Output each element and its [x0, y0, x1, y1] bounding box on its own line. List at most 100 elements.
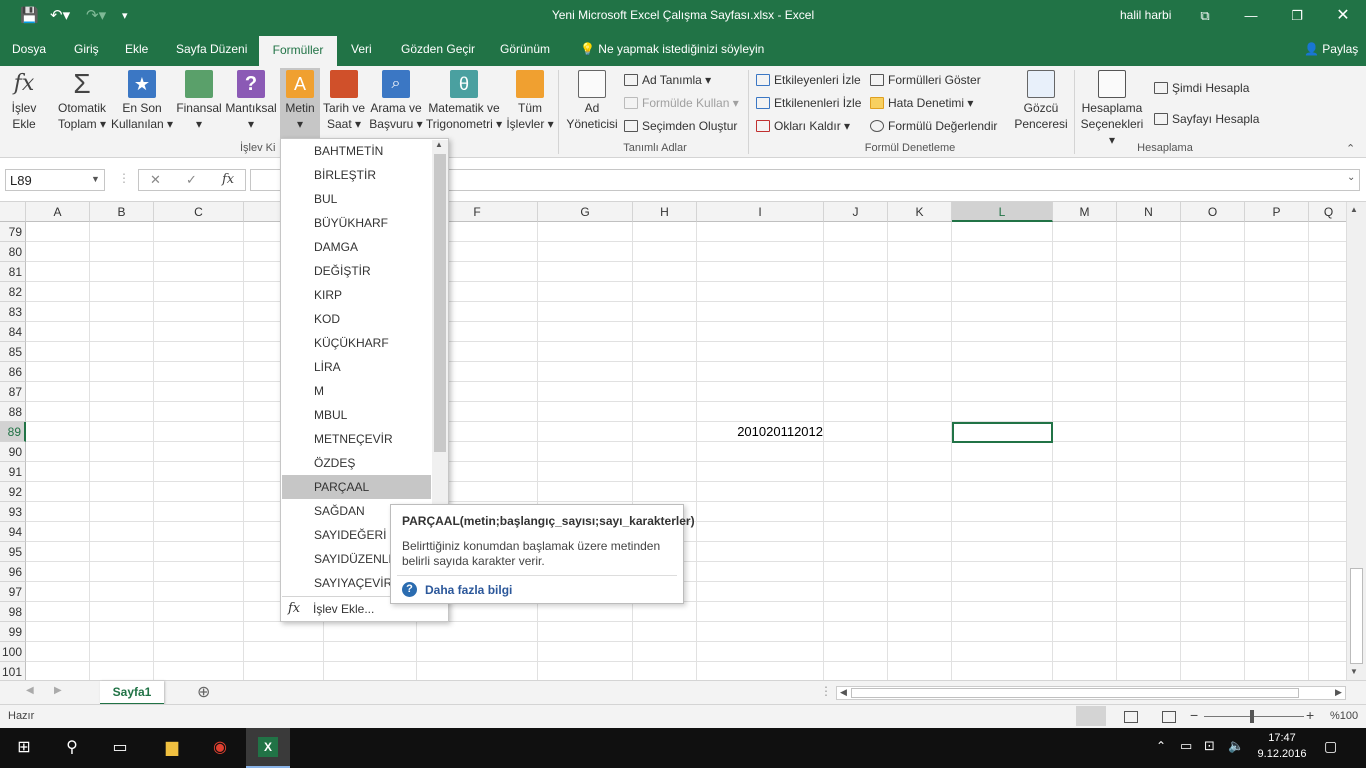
help-icon[interactable]: ? [402, 582, 417, 597]
row-header-82[interactable]: 82 [0, 282, 26, 302]
collapse-ribbon-icon[interactable]: ⌃ [1346, 142, 1355, 155]
column-header-A[interactable]: A [26, 202, 90, 222]
battery-icon[interactable]: ▭ [1180, 738, 1192, 754]
watch-window-button[interactable]: Gözcü Penceresi [1010, 70, 1072, 132]
scroll-left-icon[interactable]: ◀ [840, 687, 847, 698]
column-header-H[interactable]: H [633, 202, 697, 222]
tab-ekle[interactable]: Ekle [125, 32, 148, 66]
row-header-89[interactable]: 89 [0, 422, 26, 442]
column-header-N[interactable]: N [1117, 202, 1181, 222]
add-sheet-icon[interactable]: ⊕ [197, 682, 210, 702]
define-name-button[interactable]: Ad Tanımla ▾ [624, 72, 711, 88]
text-function-item[interactable]: LİRA [282, 355, 431, 379]
column-header-K[interactable]: K [888, 202, 952, 222]
next-sheet-icon[interactable]: ▶ [54, 685, 62, 696]
text-function-item[interactable]: BUL [282, 187, 431, 211]
page-layout-view-icon[interactable] [1124, 711, 1138, 723]
row-header-81[interactable]: 81 [0, 262, 26, 282]
row-header-98[interactable]: 98 [0, 602, 26, 622]
row-header-85[interactable]: 85 [0, 342, 26, 362]
page-break-view-icon[interactable] [1162, 711, 1176, 723]
normal-view-icon[interactable] [1076, 706, 1106, 726]
insert-function-button[interactable]: fx İşlev Ekle [4, 70, 44, 132]
file-explorer-icon[interactable]: ▆ [152, 736, 192, 760]
calculate-now-button[interactable]: Şimdi Hesapla [1154, 80, 1249, 96]
row-header-99[interactable]: 99 [0, 622, 26, 642]
date-time-button[interactable]: Tarih ve Saat ▾ [320, 70, 368, 132]
text-function-item[interactable]: DEĞİŞTİR [282, 259, 431, 283]
restore-icon[interactable]: ❐ [1282, 4, 1312, 28]
row-header-97[interactable]: 97 [0, 582, 26, 602]
recently-used-button[interactable]: ★ En Son Kullanılan ▾ [110, 70, 174, 132]
scroll-up-icon[interactable]: ▲ [1350, 205, 1358, 214]
tell-me-box[interactable]: 💡 Ne yapmak istediğinizi söyleyin [580, 32, 764, 66]
text-function-item[interactable]: BAHTMETİN [282, 139, 431, 163]
row-header-86[interactable]: 86 [0, 362, 26, 382]
row-header-93[interactable]: 93 [0, 502, 26, 522]
tab-veri[interactable]: Veri [351, 32, 372, 66]
vertical-scroll-thumb[interactable] [1350, 568, 1363, 664]
row-header-84[interactable]: 84 [0, 322, 26, 342]
text-function-item[interactable]: PARÇAAL [282, 475, 431, 499]
zoom-level[interactable]: %100 [1330, 710, 1358, 722]
user-name[interactable]: halil harbi [1120, 8, 1171, 22]
tab-giris[interactable]: Giriş [74, 32, 99, 66]
evaluate-formula-button[interactable]: Formülü Değerlendir [870, 118, 997, 134]
text-function-item[interactable]: BÜYÜKHARF [282, 211, 431, 235]
menu-scroll-thumb[interactable] [434, 154, 446, 452]
math-trig-button[interactable]: θ Matematik ve Trigonometri ▾ [424, 70, 504, 132]
row-header-83[interactable]: 83 [0, 302, 26, 322]
column-header-P[interactable]: P [1245, 202, 1309, 222]
remove-arrows-button[interactable]: Okları Kaldır ▾ [756, 118, 850, 134]
tab-gorunum[interactable]: Görünüm [500, 32, 550, 66]
autosum-button[interactable]: Σ Otomatik Toplam ▾ [54, 70, 110, 132]
scroll-right-icon[interactable]: ▶ [1335, 687, 1342, 698]
zoom-slider[interactable] [1204, 716, 1304, 717]
calculate-sheet-button[interactable]: Sayfayı Hesapla [1154, 111, 1259, 127]
create-from-selection-button[interactable]: Seçimden Oluştur [624, 118, 737, 134]
lookup-reference-button[interactable]: ⌕ Arama ve Başvuru ▾ [368, 70, 424, 132]
fx-icon[interactable]: fx [222, 172, 234, 187]
name-manager-button[interactable]: Ad Yöneticisi [562, 70, 622, 132]
vertical-scrollbar[interactable]: ▲ ▼ [1346, 202, 1366, 680]
sheet-tab-sayfa1[interactable]: Sayfa1 [100, 681, 164, 705]
tab-gozden-gecir[interactable]: Gözden Geçir [401, 32, 475, 66]
use-in-formula-button[interactable]: Formülde Kullan ▾ [624, 95, 739, 111]
error-checking-button[interactable]: Hata Denetimi ▾ [870, 95, 973, 111]
horizontal-scrollbar[interactable]: ◀ ▶ [836, 686, 1346, 700]
column-header-M[interactable]: M [1053, 202, 1117, 222]
zoom-slider-thumb[interactable] [1250, 710, 1254, 723]
name-box[interactable]: L89 [5, 169, 105, 191]
text-function-item[interactable]: METNEÇEVİR [282, 427, 431, 451]
cell-I89[interactable]: 201020112012 [700, 424, 823, 439]
row-header-88[interactable]: 88 [0, 402, 26, 422]
text-function-item[interactable]: KOD [282, 307, 431, 331]
share-button[interactable]: 👤 Paylaş [1304, 32, 1358, 66]
row-header-94[interactable]: 94 [0, 522, 26, 542]
more-info-link[interactable]: Daha fazla bilgi [425, 583, 512, 597]
name-box-dropdown-icon[interactable]: ▼ [91, 174, 100, 184]
text-function-item[interactable]: MBUL [282, 403, 431, 427]
more-functions-button[interactable]: Tüm İşlevler ▾ [504, 70, 556, 132]
column-header-Q[interactable]: Q [1309, 202, 1346, 222]
column-header-O[interactable]: O [1181, 202, 1245, 222]
row-header-79[interactable]: 79 [0, 222, 26, 242]
network-icon[interactable]: ⊡ [1204, 738, 1215, 754]
financial-button[interactable]: Finansal ▾ [174, 70, 224, 132]
text-function-item[interactable]: ÖZDEŞ [282, 451, 431, 475]
row-header-101[interactable]: 101 [0, 662, 26, 680]
row-header-92[interactable]: 92 [0, 482, 26, 502]
chrome-icon[interactable]: ◉ [200, 736, 240, 760]
windows-start-icon[interactable]: ⊞ [4, 736, 44, 760]
trace-dependents-button[interactable]: Etkilenenleri İzle [756, 95, 861, 111]
column-header-L[interactable]: L [952, 202, 1053, 222]
zoom-out-icon[interactable]: − [1190, 707, 1198, 723]
calculation-options-button[interactable]: Hesaplama Seçenekleri ▾ [1076, 70, 1148, 148]
row-header-80[interactable]: 80 [0, 242, 26, 262]
enter-icon[interactable]: ✓ [186, 172, 197, 188]
zoom-in-icon[interactable]: + [1306, 707, 1314, 723]
text-function-item[interactable]: KÜÇÜKHARF [282, 331, 431, 355]
column-header-C[interactable]: C [154, 202, 244, 222]
tab-sayfa-duzeni[interactable]: Sayfa Düzeni [176, 32, 247, 66]
text-function-item[interactable]: KIRP [282, 283, 431, 307]
